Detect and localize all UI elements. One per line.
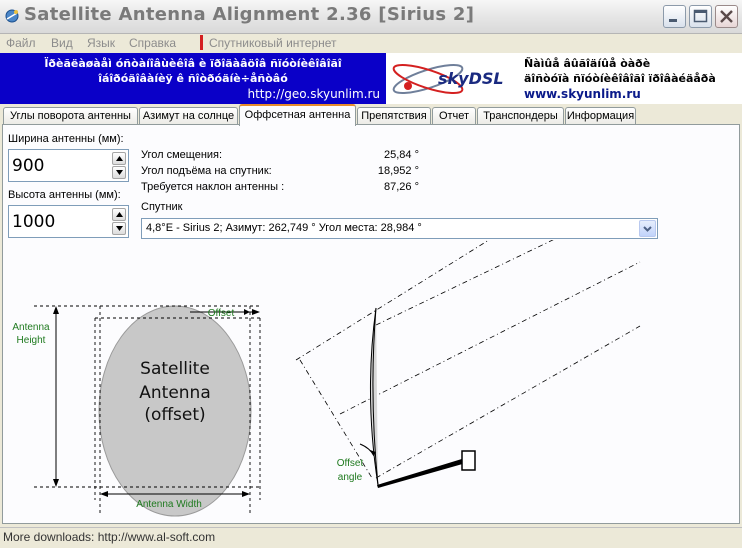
width-stepper[interactable]: 900 [8,149,129,182]
satellite-dropdown-button[interactable] [639,220,656,237]
height-down-button[interactable] [112,222,126,235]
height-dimension-arrow [53,306,59,487]
beam-lines [295,240,641,479]
arrow-up-icon [116,156,123,161]
maximize-button[interactable] [689,5,712,28]
tab-transponders[interactable]: Транспондеры [477,107,564,124]
elevation-label: Угол подъёма на спутник: [141,165,272,177]
dish-text-line1: Satellite [140,359,210,379]
arrow-down-icon [116,170,123,175]
menu-bar: Файл Вид Язык Справка Спутниковый интерн… [0,33,742,52]
menu-satellite-internet[interactable]: Спутниковый интернет [209,36,337,50]
chevron-down-icon [643,226,652,232]
width-up-button[interactable] [112,152,126,165]
close-button[interactable] [715,5,738,28]
menu-language[interactable]: Язык [87,36,115,50]
satellite-select[interactable]: 4,8°E - Sirius 2; Азимут: 262,749 ° Угол… [141,218,658,239]
satellite-icon [5,9,19,23]
banner-right-line2: äîñòóïà ñïóòíèêîâîãî ïðîâàéäåðà [524,72,716,85]
app-window: Satellite Antenna Alignment 2.36 [Sirius… [0,0,742,548]
tab-strip: Углы поворота антенны Азимут на солнце О… [0,104,742,126]
dish-side-view [369,307,476,488]
arrow-down-icon [116,226,123,231]
satellite-label: Спутник [141,201,183,213]
height-up-button[interactable] [112,208,126,221]
skydsl-logo[interactable]: skyDSL [388,53,518,104]
offset-angle-value: 25,84 ° [384,149,419,161]
status-text: More downloads: http://www.al-soft.com [3,530,216,544]
height-label-line2: Height [17,335,46,346]
tab-report[interactable]: Отчет [432,107,476,124]
banner-left-url[interactable]: http://geo.skyunlim.ru [0,87,380,101]
offset-angle-label-line2: angle [338,472,363,483]
tab-obstacles[interactable]: Препятствия [357,107,431,124]
width-label: Antenna Width [136,499,202,510]
menu-file[interactable]: Файл [6,36,36,50]
height-value[interactable]: 1000 [12,212,55,232]
height-label-line1: Antenna [12,322,50,333]
arrow-up-icon [116,212,123,217]
offset-label: Offset [208,308,235,319]
dish-text-line3: (offset) [144,405,205,425]
offset-angle-label-line1: Offset [337,458,364,469]
tab-sun-azimuth[interactable]: Азимут на солнце [139,107,238,124]
dish-text-line2: Antenna [139,383,211,403]
tilt-label: Требуется наклон антенны : [141,181,285,193]
satellite-selected-value: 4,8°E - Sirius 2; Азимут: 262,749 ° Угол… [146,222,422,234]
banner-right-url[interactable]: www.skyunlim.ru [524,87,641,101]
maximize-icon [693,9,708,23]
minimize-icon [669,19,677,22]
close-icon [720,10,733,23]
tab-offset-antenna[interactable]: Оффсетная антенна [239,104,356,126]
tilt-value: 87,26 ° [384,181,419,193]
logo-text: skyDSL [438,69,504,88]
offset-angle-label: Угол смещения: [141,149,223,161]
width-value[interactable]: 900 [12,156,44,176]
banner-left-line2: îáîðóäîâàíèÿ ê ñîòðóäíè÷åñòâó [98,72,288,85]
width-label: Ширина антенны (мм): [8,133,124,145]
minimize-button[interactable] [663,5,686,28]
width-down-button[interactable] [112,166,126,179]
height-label: Высота антенны (мм): [8,189,121,201]
tab-information[interactable]: Информация [565,107,636,124]
offset-antenna-diagram: Satellite Antenna (offset) Offset Antenn… [12,240,641,517]
offset-angle-arc [359,443,375,457]
title-bar[interactable]: Satellite Antenna Alignment 2.36 [Sirius… [0,0,742,34]
tab-rotation-angles[interactable]: Углы поворота антенны [3,107,138,124]
banner-left-panel[interactable]: Ïðèãëàøàåì óñòàíîâùèêîâ è ïðîäàâöîâ ñïóò… [0,53,386,104]
status-bar: More downloads: http://www.al-soft.com [0,527,742,548]
menu-help[interactable]: Справка [129,36,176,50]
elevation-value: 18,952 ° [377,165,419,177]
window-title: Satellite Antenna Alignment 2.36 [Sirius… [24,4,475,25]
menu-separator [200,35,203,50]
banner-right-line1: Ñàìûå âûãîäíûå òàðè [524,57,651,70]
height-stepper[interactable]: 1000 [8,205,129,238]
ad-banner[interactable]: Ïðèãëàøàåì óñòàíîâùèêîâ è ïðîäàâöîâ ñïóò… [0,53,742,104]
menu-view[interactable]: Вид [51,36,73,50]
banner-left-line1: Ïðèãëàøàåì óñòàíîâùèêîâ è ïðîäàâöîâ ñïóò… [44,57,342,70]
